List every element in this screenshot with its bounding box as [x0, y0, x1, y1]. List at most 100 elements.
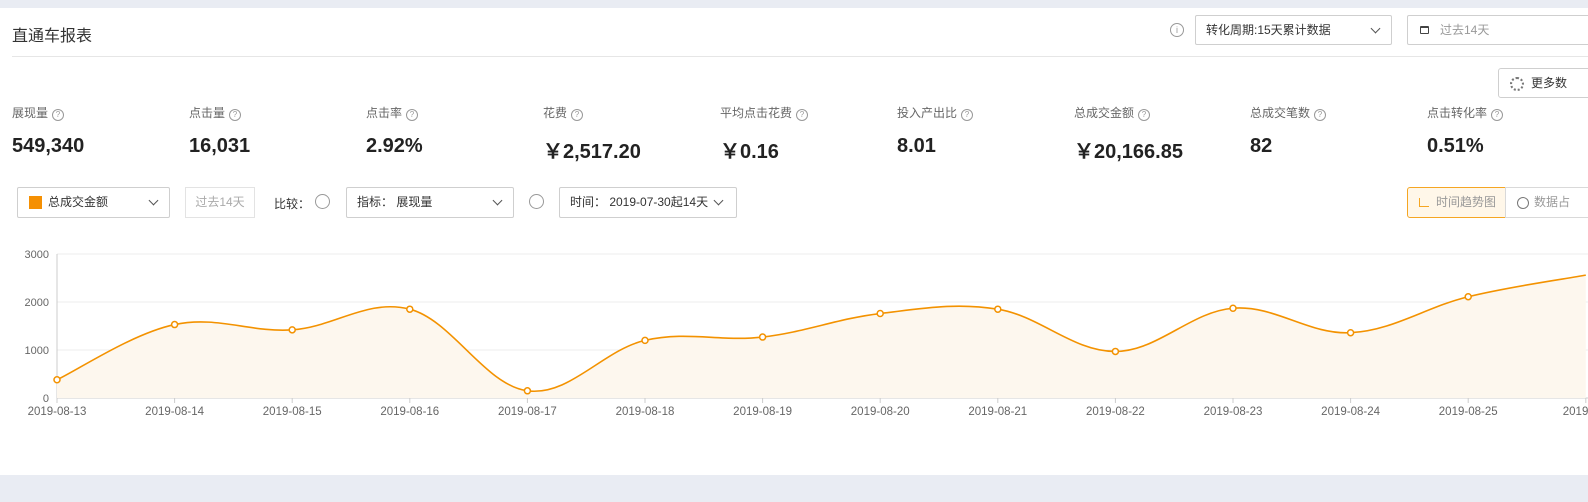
- metric-select-label: 指标： 展现量: [357, 195, 433, 209]
- calendar-icon: [1420, 26, 1429, 34]
- series-select[interactable]: 总成交金额: [17, 187, 170, 218]
- metric-clicks[interactable]: 点击量? 16,031: [189, 104, 250, 158]
- x-tick-label: 2019-08-19: [733, 406, 792, 418]
- metric-cost[interactable]: 花费? ￥2,517.20: [543, 104, 641, 164]
- data-point: [994, 305, 1002, 313]
- metric-label: 点击率?: [366, 104, 423, 121]
- report-header: 直通车报表 i 转化周期:15天累计数据 过去14天: [0, 8, 1588, 57]
- help-icon: ?: [796, 109, 809, 121]
- conversion-cycle-select[interactable]: 转化周期:15天累计数据: [1195, 15, 1392, 45]
- series-area: [57, 275, 1586, 398]
- metric-click-conversion[interactable]: 点击转化率? 0.51%: [1427, 104, 1504, 158]
- metric-value: ￥20,166.85: [1074, 141, 1183, 163]
- x-tick-label: 2019-08-21: [968, 406, 1027, 418]
- pie-chart-icon: [1517, 197, 1529, 209]
- info-circle-icon[interactable]: i: [1170, 23, 1184, 37]
- header-divider: [12, 56, 1588, 57]
- time-trend-label: 时间趋势图: [1436, 195, 1497, 209]
- date-range-label: 过去14天: [1440, 23, 1490, 37]
- metric-label: 点击转化率?: [1427, 104, 1504, 121]
- x-tick-label: 2019-08-24: [1321, 406, 1380, 418]
- data-share-label: 数据占: [1534, 195, 1571, 209]
- metric-value: ￥0.16: [720, 141, 779, 163]
- date-range-select[interactable]: 过去14天: [1407, 15, 1588, 45]
- range-button[interactable]: 过去14天: [185, 187, 255, 218]
- help-icon: ?: [52, 109, 65, 121]
- x-tick-label: 2019-08-15: [263, 406, 322, 418]
- data-point: [523, 387, 532, 395]
- x-tick-label: 2019-08-20: [851, 406, 910, 418]
- more-data-label: 更多数: [1531, 76, 1568, 90]
- x-tick-label: 2019-08-17: [498, 406, 557, 418]
- report-card: 直通车报表 i 转化周期:15天累计数据 过去14天 更多数 展现量? 549,…: [0, 8, 1588, 475]
- time-select-label: 时间： 2019-07-30起14天: [570, 195, 709, 209]
- help-icon: ?: [961, 109, 974, 121]
- y-tick-label: 1000: [25, 345, 49, 357]
- help-icon: ?: [1138, 109, 1151, 121]
- metric-label: 平均点击花费?: [720, 104, 809, 121]
- x-tick-label: 2019-08-18: [616, 406, 675, 418]
- metric-ctr[interactable]: 点击率? 2.92%: [366, 104, 423, 158]
- data-point: [1111, 347, 1120, 356]
- compare-label: 比较：: [274, 197, 311, 211]
- gear-icon: [1510, 77, 1524, 91]
- metric-value: 0.51%: [1427, 135, 1484, 157]
- metric-value: ￥2,517.20: [543, 141, 641, 163]
- chevron-down-icon: [1370, 23, 1381, 34]
- data-point: [1346, 328, 1355, 337]
- x-tick-label: 2019-08-: [1563, 406, 1588, 418]
- data-point: [1464, 292, 1472, 301]
- line-chart-icon: [1419, 198, 1429, 207]
- x-tick-label: 2019-08-14: [145, 406, 204, 418]
- time-trend-toggle[interactable]: 时间趋势图: [1407, 187, 1506, 218]
- metric-select[interactable]: 指标： 展现量: [346, 187, 514, 218]
- data-point: [53, 376, 61, 384]
- metric-total-gmv[interactable]: 总成交金额? ￥20,166.85: [1074, 104, 1183, 164]
- metric-value: 2.92%: [366, 135, 423, 157]
- metric-label: 总成交笔数?: [1250, 104, 1327, 121]
- metric-avg-cpc[interactable]: 平均点击花费? ￥0.16: [720, 104, 809, 164]
- metric-label: 投入产出比?: [897, 104, 974, 121]
- help-icon: ?: [571, 109, 584, 121]
- data-point: [288, 326, 296, 334]
- help-icon: ?: [406, 109, 419, 121]
- time-select[interactable]: 时间： 2019-07-30起14天: [559, 187, 737, 218]
- x-tick-label: 2019-08-13: [28, 406, 87, 418]
- time-compare-radio[interactable]: [529, 194, 544, 209]
- metric-value: 549,340: [12, 135, 85, 157]
- y-tick-label: 2000: [25, 297, 49, 309]
- metric-value: 82: [1250, 135, 1273, 157]
- y-tick-label: 3000: [25, 249, 49, 261]
- page-title: 直通车报表: [12, 28, 93, 45]
- more-data-button[interactable]: 更多数: [1498, 68, 1588, 98]
- data-point: [406, 305, 414, 313]
- metric-value: 8.01: [897, 135, 936, 157]
- x-tick-label: 2019-08-22: [1086, 406, 1145, 418]
- help-icon: ?: [1491, 109, 1504, 121]
- trend-chart: 0 1000 2000 3000 2019-08-13 2019-08-14 2019-08…: [25, 249, 1588, 418]
- chevron-down-icon: [148, 195, 159, 206]
- data-point: [876, 309, 884, 318]
- help-icon: ?: [1314, 109, 1327, 121]
- chevron-down-icon: [713, 195, 724, 206]
- data-point: [641, 336, 649, 345]
- data-point: [758, 333, 767, 341]
- series-select-label: 总成交金额: [48, 195, 109, 209]
- x-tick-label: 2019-08-23: [1204, 406, 1263, 418]
- x-tick-label: 2019-08-25: [1439, 406, 1498, 418]
- data-point: [170, 320, 179, 329]
- y-tick-label: 0: [43, 393, 49, 405]
- metric-label: 点击量?: [189, 104, 250, 121]
- metric-label: 总成交金额?: [1074, 104, 1183, 121]
- data-share-toggle[interactable]: 数据占: [1505, 187, 1588, 218]
- metric-value: 16,031: [189, 135, 251, 157]
- help-icon: ?: [229, 109, 242, 121]
- metric-roi[interactable]: 投入产出比? 8.01: [897, 104, 974, 158]
- x-tick-label: 2019-08-16: [380, 406, 439, 418]
- compare-radio[interactable]: [315, 194, 330, 209]
- metric-label: 花费?: [543, 104, 641, 121]
- metric-total-orders[interactable]: 总成交笔数? 82: [1250, 104, 1327, 158]
- metric-impressions[interactable]: 展现量? 549,340: [12, 104, 84, 158]
- chevron-down-icon: [492, 195, 503, 206]
- metric-label: 展现量?: [12, 104, 84, 121]
